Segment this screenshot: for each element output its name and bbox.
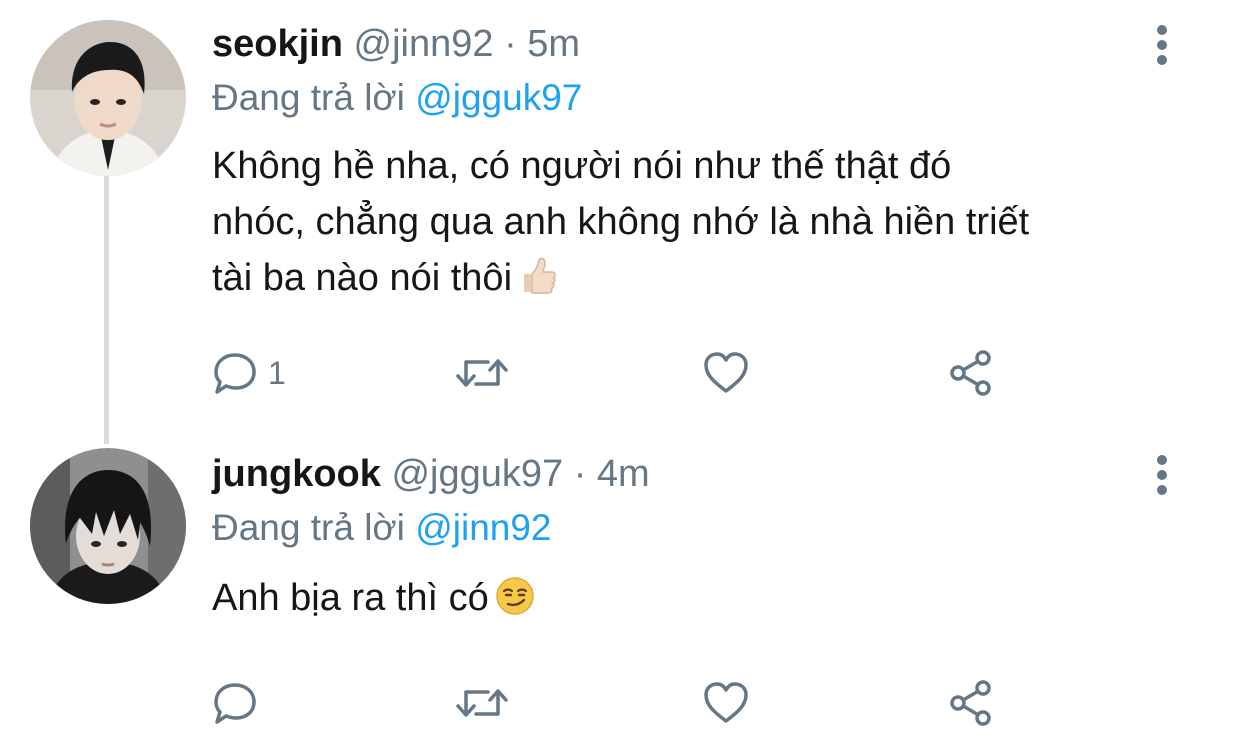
more-options-icon[interactable] (1152, 454, 1172, 498)
retweet-button[interactable] (454, 678, 510, 728)
retweet-icon (456, 359, 508, 387)
meta-separator: · (573, 453, 587, 495)
tweet-text: Không hề nha, có người nói như thế thật … (212, 138, 1192, 312)
tweet-text-line: Anh bịa ra thì có (212, 570, 1192, 632)
user-handle[interactable]: @jinn92 (354, 23, 494, 65)
reply-count: 1 (268, 354, 286, 391)
replying-to-mention[interactable]: @jinn92 (415, 507, 551, 548)
tweet-actions (212, 678, 1032, 728)
avatar-seokjin[interactable] (30, 20, 186, 176)
tweet-header: jungkook @jgguk97 · 4m (212, 452, 650, 496)
replying-to-mention[interactable]: @jgguk97 (415, 77, 582, 118)
retweet-icon (456, 689, 508, 717)
display-name[interactable]: seokjin (212, 23, 343, 65)
smirking-face-icon (495, 576, 535, 632)
replying-to-label: Đang trả lời (212, 507, 405, 548)
heart-icon (704, 682, 748, 723)
reply-icon (214, 683, 256, 724)
thread-connector-line (104, 162, 109, 444)
avatar-jungkook[interactable] (30, 448, 186, 604)
share-icon (950, 680, 991, 726)
replying-to: Đang trả lời @jinn92 (212, 506, 552, 550)
replying-to-label: Đang trả lời (212, 77, 405, 118)
timestamp[interactable]: 5m (527, 23, 580, 65)
tweet-text-line: nhóc, chẳng qua anh không nhớ là nhà hiề… (212, 201, 1030, 243)
tweet-text-line-content: Anh bịa ra thì có (212, 577, 489, 619)
tweet-jungkook[interactable]: jungkook @jgguk97 · 4m Đang trả lời @jin… (0, 440, 1242, 746)
replying-to: Đang trả lời @jgguk97 (212, 76, 582, 120)
thumbs-up-icon (518, 256, 558, 312)
tweet-text: Anh bịa ra thì có (212, 570, 1192, 632)
tweet-header: seokjin @jinn92 · 5m (212, 22, 580, 66)
like-button[interactable] (702, 678, 750, 728)
retweet-button[interactable] (454, 348, 510, 398)
share-button[interactable] (946, 348, 994, 398)
reply-icon (214, 353, 256, 394)
tweet-text-line: Không hề nha, có người nói như thế thật … (212, 145, 952, 187)
tweet-seokjin[interactable]: seokjin @jinn92 · 5m Đang trả lời @jgguk… (0, 0, 1242, 444)
reply-button[interactable] (212, 678, 258, 728)
display-name[interactable]: jungkook (212, 453, 381, 495)
user-handle[interactable]: @jgguk97 (391, 453, 563, 495)
more-options-icon[interactable] (1152, 24, 1172, 68)
meta-separator: · (504, 23, 517, 65)
share-icon (950, 350, 991, 396)
like-button[interactable] (702, 348, 750, 398)
tweet-actions: 1 (212, 348, 1032, 398)
share-button[interactable] (946, 678, 994, 728)
heart-icon (704, 352, 748, 393)
timestamp[interactable]: 4m (597, 453, 650, 495)
tweet-text-line-content: tài ba nào nói thôi (212, 257, 513, 299)
reply-button[interactable]: 1 (212, 348, 286, 398)
tweet-text-line: tài ba nào nói thôi (212, 250, 1192, 312)
